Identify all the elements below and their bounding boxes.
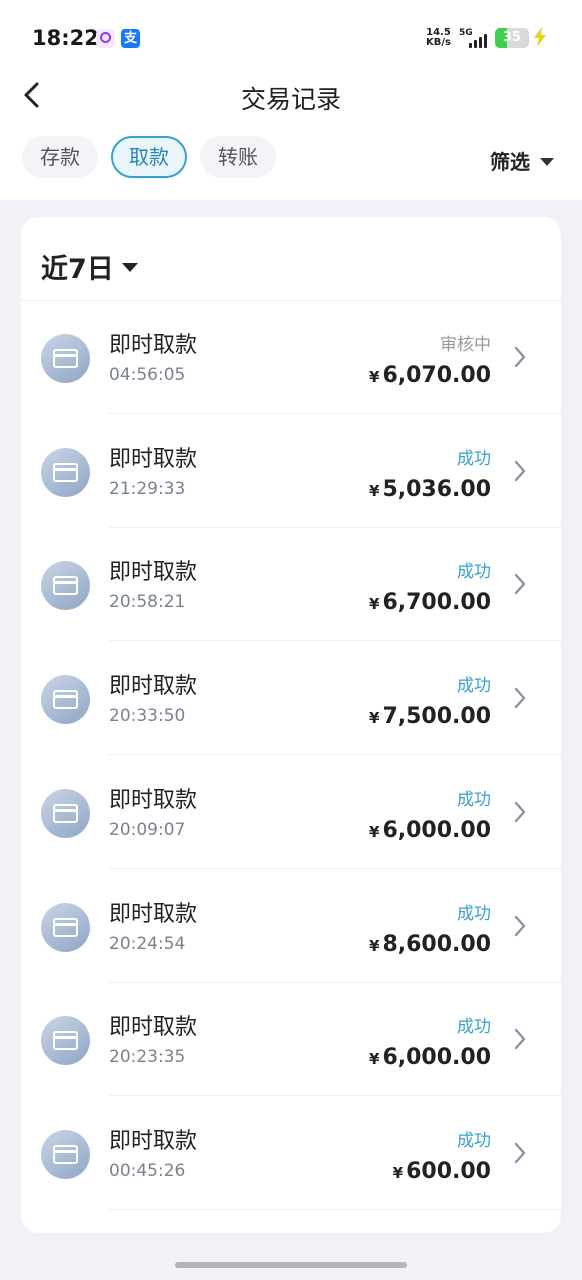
record-amount: ¥600.00 (393, 1159, 491, 1184)
app-notification-icon (96, 29, 115, 48)
card-icon (41, 561, 90, 611)
home-indicator[interactable] (175, 1262, 407, 1268)
record-status: 成功 (457, 1017, 491, 1038)
filter-button[interactable]: 筛选 (490, 146, 554, 175)
page-title: 交易记录 (240, 85, 341, 114)
record-title: 即时取款 (109, 333, 198, 358)
record-title: 即时取款 (109, 1015, 198, 1041)
record-amount: ¥6,000.00 (369, 818, 491, 843)
record-status: 成功 (457, 676, 491, 697)
battery-level: 35 (502, 30, 522, 45)
card-icon (41, 334, 90, 383)
date-range-label: 近7日 (41, 254, 114, 285)
list-item[interactable]: 即时取款 20:23:35 成功 ¥6,000.00 (21, 983, 561, 1097)
chevron-right-icon (514, 687, 526, 709)
card-icon (41, 902, 90, 952)
currency-symbol: ¥ (369, 481, 380, 500)
list-item[interactable]: 即时取款 20:09:07 成功 ¥6,000.00 (21, 756, 561, 869)
chevron-right-icon (514, 346, 526, 368)
record-title: 即时取款 (109, 446, 198, 472)
record-amount: ¥8,600.00 (369, 932, 491, 957)
currency-symbol: ¥ (369, 595, 380, 614)
record-status: 成功 (457, 903, 491, 924)
record-time: 00:45:26 (109, 1160, 186, 1181)
amount-value: 600.00 (406, 1158, 491, 1184)
record-status: 成功 (457, 562, 491, 583)
record-amount: ¥7,500.00 (369, 704, 491, 729)
record-title: 即时取款 (109, 787, 198, 813)
status-bar: 18:22 支 14.5 KB/s 5G 35 (0, 0, 582, 78)
currency-symbol: ¥ (369, 1050, 380, 1069)
record-amount: ¥5,036.00 (369, 477, 491, 502)
record-time: 20:58:21 (109, 592, 186, 613)
card-icon (41, 1129, 90, 1179)
page-header: 交易记录 (0, 70, 582, 130)
card-icon (41, 675, 90, 725)
amount-value: 6,000.00 (382, 817, 491, 843)
battery-icon: 35 (495, 28, 529, 48)
filter-label: 筛选 (490, 150, 530, 174)
amount-value: 5,036.00 (382, 476, 491, 502)
record-time: 20:24:54 (109, 933, 186, 954)
top-area: 18:22 支 14.5 KB/s 5G 35 交易记录 存款 取款 转账 筛选 (0, 0, 582, 200)
caret-down-icon (540, 158, 554, 166)
record-title: 即时取款 (109, 674, 198, 700)
record-status: 成功 (457, 448, 491, 469)
currency-symbol: ¥ (369, 368, 380, 386)
alipay-notification-icon: 支 (121, 29, 140, 48)
record-status: 审核中 (440, 335, 491, 355)
record-time: 20:23:35 (109, 1047, 186, 1068)
record-title: 即时取款 (109, 560, 198, 586)
card-icon (41, 1016, 90, 1066)
card-icon (41, 788, 90, 838)
list-item[interactable]: 即时取款 00:45:26 成功 ¥600.00 (21, 1097, 561, 1210)
chevron-right-icon (514, 1028, 526, 1050)
record-time: 21:29:33 (109, 478, 186, 499)
record-time: 20:33:50 (109, 706, 186, 727)
list-item[interactable]: 即时取款 20:58:21 成功 ¥6,700.00 (21, 528, 561, 642)
amount-value: 8,600.00 (382, 931, 491, 957)
card-icon (41, 447, 90, 497)
record-title: 即时取款 (109, 901, 198, 927)
chevron-right-icon (514, 801, 526, 822)
amount-value: 6,070.00 (382, 363, 491, 388)
record-time: 04:56:05 (109, 365, 186, 385)
currency-symbol: ¥ (392, 1163, 404, 1182)
records-card: 近7日 即时取款 04:56:05 审核中 ¥6,070.00 即时取款 21:29:33… (21, 217, 561, 1233)
tab-transfer[interactable]: 转账 (200, 136, 276, 178)
currency-symbol: ¥ (369, 709, 380, 728)
network-speed: 14.5 KB/s (426, 27, 451, 48)
tab-deposit[interactable]: 存款 (22, 136, 98, 178)
caret-down-icon (121, 263, 138, 272)
amount-value: 6,000.00 (382, 1045, 491, 1071)
list-item[interactable]: 即时取款 20:33:50 成功 ¥7,500.00 (21, 642, 561, 756)
record-title: 即时取款 (109, 1128, 198, 1154)
record-time: 20:09:07 (109, 819, 186, 840)
list-item[interactable]: 即时取款 20:24:54 成功 ¥8,600.00 (21, 870, 561, 983)
amount-value: 6,700.00 (382, 590, 491, 616)
chevron-right-icon (514, 574, 526, 595)
currency-symbol: ¥ (369, 936, 380, 955)
chevron-right-icon (514, 915, 526, 936)
divider (109, 1208, 561, 1210)
chevron-right-icon (514, 1142, 526, 1164)
date-range-selector[interactable]: 近7日 (41, 247, 138, 286)
record-amount: ¥6,000.00 (369, 1045, 491, 1070)
chevron-right-icon (514, 460, 526, 481)
charging-icon (534, 27, 546, 47)
amount-value: 7,500.00 (382, 704, 491, 730)
record-status: 成功 (457, 1130, 491, 1151)
record-amount: ¥6,070.00 (369, 363, 491, 388)
record-status: 成功 (457, 789, 491, 810)
currency-symbol: ¥ (369, 822, 380, 841)
list-item[interactable]: 即时取款 21:29:33 成功 ¥5,036.00 (21, 415, 561, 528)
list-item[interactable]: 即时取款 04:56:05 审核中 ¥6,070.00 (21, 301, 561, 414)
tab-withdraw[interactable]: 取款 (111, 136, 187, 178)
clock: 18:22 (32, 26, 99, 50)
signal-icon (469, 32, 493, 48)
record-amount: ¥6,700.00 (369, 590, 491, 615)
